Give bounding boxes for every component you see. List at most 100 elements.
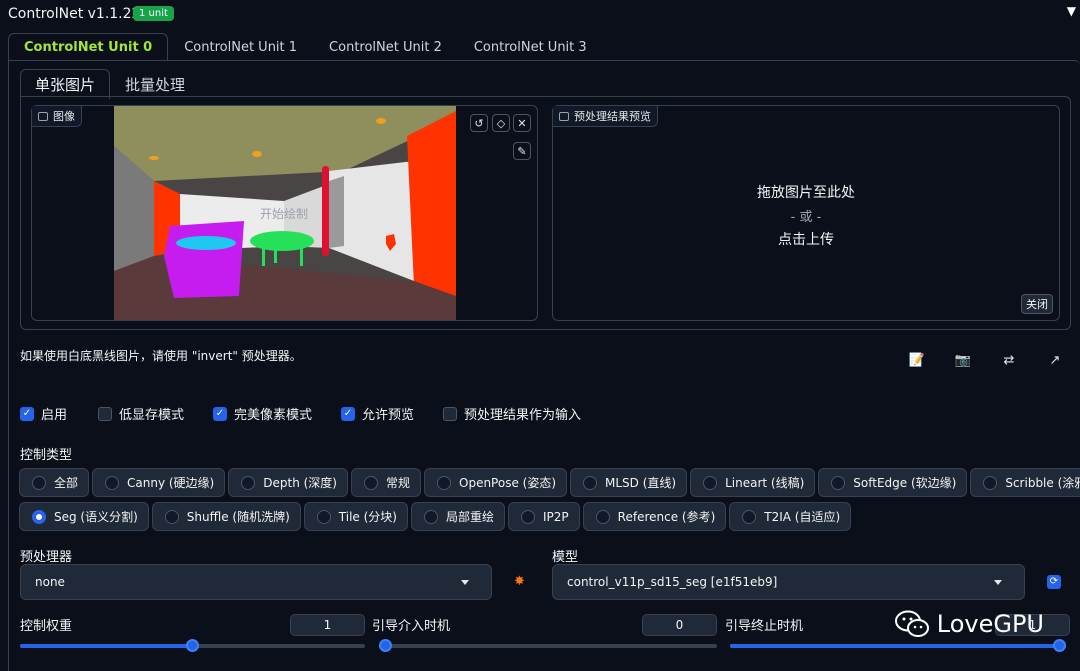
unit-tabs: ControlNet Unit 0 ControlNet Unit 1 Cont… (8, 33, 603, 61)
radio-circle[interactable] (831, 475, 846, 490)
radio-inpaint[interactable]: 局部重绘 (411, 502, 506, 531)
undo-icon[interactable]: ↺ (470, 114, 488, 132)
image-tabs: 单张图片 批量处理 (20, 69, 200, 99)
end-slider[interactable] (730, 639, 1066, 652)
radio-label: MLSD (直线) (605, 476, 677, 490)
radio-depth[interactable]: Depth (深度) (228, 468, 348, 497)
radio-tile[interactable]: Tile (分块) (303, 502, 408, 531)
radio-softedge[interactable]: SoftEdge (软边缘) (818, 468, 968, 497)
tab-single-image[interactable]: 单张图片 (20, 69, 111, 99)
preview-label-text: 预处理结果预览 (574, 110, 651, 123)
radio-ip2p[interactable]: IP2P (508, 502, 580, 531)
canvas-hint-text: 开始绘制 (260, 207, 309, 221)
end-label: 引导终止时机 (725, 619, 804, 634)
preprocessor-select[interactable]: none (20, 564, 492, 600)
send-icon[interactable]: ↗ (1046, 353, 1064, 371)
radio-circle[interactable] (241, 475, 256, 490)
tab-unit-2[interactable]: ControlNet Unit 2 (313, 33, 458, 61)
radio-circle[interactable] (742, 509, 757, 524)
checkbox-enable[interactable]: ✓ 启用 (20, 404, 67, 423)
wechat-icon (894, 610, 929, 637)
tab-batch[interactable]: 批量处理 (110, 69, 200, 99)
radio-circle[interactable] (363, 475, 378, 490)
preprocessor-label: 预处理器 (20, 550, 73, 565)
slider-thumb[interactable] (379, 639, 392, 652)
checkbox-preprocessor-as-input[interactable]: 预处理结果作为输入 (443, 404, 581, 423)
collapse-triangle-icon[interactable]: ▼ (1067, 4, 1076, 18)
explode-run-icon[interactable]: ✸ (514, 574, 525, 589)
preview-block[interactable]: 预处理结果预览 拖放图片至此处 - 或 - 点击上传 关闭 (552, 105, 1060, 321)
radio-circle[interactable] (105, 475, 120, 490)
radio-seg[interactable]: Seg (语义分割) (19, 502, 149, 531)
radio-scribble[interactable]: Scribble (涂鸦) (970, 468, 1080, 497)
slider-thumb[interactable] (1053, 639, 1066, 652)
drop-text: 拖放图片至此处 (757, 185, 855, 201)
watermark: LoveGPU (894, 610, 1044, 638)
close-icon[interactable]: ✕ (513, 114, 531, 132)
radio-label: Reference (参考) (617, 510, 716, 524)
radio-reference[interactable]: Reference (参考) (582, 502, 727, 531)
radio-circle-selected[interactable] (32, 509, 46, 524)
start-number-input[interactable]: 0 (642, 614, 717, 636)
radio-canny[interactable]: Canny (硬边缘) (92, 468, 226, 497)
check-icon[interactable]: ✓ (20, 406, 34, 421)
checkbox-allow-preview[interactable]: ✓ 允许预览 (341, 404, 414, 423)
radio-openpose[interactable]: OpenPose (姿态) (424, 468, 568, 497)
radio-circle[interactable] (32, 475, 46, 490)
radio-label: OpenPose (姿态) (459, 476, 557, 490)
close-preview-button[interactable]: 关闭 (1021, 294, 1053, 314)
radio-circle[interactable] (437, 475, 451, 490)
radio-normal[interactable]: 常规 (350, 468, 421, 497)
panel-title[interactable]: ControlNet v1.1.227 (8, 6, 149, 22)
control-type-row-1: 全部 Canny (硬边缘) Depth (深度) 常规 OpenPose (姿… (19, 468, 1080, 497)
camera-icon[interactable]: 📷 (954, 353, 972, 371)
radio-label: IP2P (543, 509, 569, 524)
tab-unit-3[interactable]: ControlNet Unit 3 (458, 33, 603, 61)
checkbox-label: 完美像素模式 (234, 408, 313, 423)
radio-label: Seg (语义分割) (54, 510, 138, 524)
preview-block-label: 预处理结果预览 (553, 106, 658, 127)
upload-dropzone[interactable]: 拖放图片至此处 - 或 - 点击上传 (553, 182, 1059, 249)
slider-fill (730, 644, 1066, 648)
radio-circle[interactable] (583, 475, 598, 490)
eraser-icon[interactable]: ◇ (492, 114, 510, 132)
model-value: control_v11p_sd15_seg [e1f51eb9] (567, 575, 778, 589)
checkbox-low-vram[interactable]: 低显存模式 (98, 404, 184, 423)
radio-t2ia[interactable]: T2IA (自适应) (729, 502, 852, 531)
tab-unit-1[interactable]: ControlNet Unit 1 (168, 33, 313, 61)
checkbox-box[interactable] (98, 406, 112, 421)
model-select[interactable]: control_v11p_sd15_seg [e1f51eb9] (552, 564, 1025, 600)
radio-shuffle[interactable]: Shuffle (随机洗牌) (151, 502, 301, 531)
radio-all[interactable]: 全部 (19, 468, 90, 497)
start-slider[interactable] (379, 639, 717, 652)
edit-icon[interactable]: 📝 (908, 353, 926, 371)
or-text: - 或 - (790, 210, 822, 225)
radio-circle[interactable] (983, 475, 998, 490)
radio-circle[interactable] (316, 509, 331, 524)
brush-icon[interactable]: ✎ (513, 142, 531, 160)
check-icon[interactable]: ✓ (341, 406, 355, 421)
refresh-icon[interactable]: ⟳ (1047, 575, 1061, 589)
check-icon[interactable]: ✓ (213, 406, 227, 421)
checkbox-pixel-perfect[interactable]: ✓ 完美像素模式 (213, 404, 312, 423)
radio-label: Depth (深度) (263, 476, 337, 490)
watermark-text: LoveGPU (936, 610, 1044, 638)
image-icon (38, 111, 48, 121)
image-icon (559, 111, 569, 121)
radio-mlsd[interactable]: MLSD (直线) (570, 468, 688, 497)
checkbox-box[interactable] (443, 406, 457, 421)
image-block-label: 图像 (32, 106, 82, 127)
weight-slider[interactable] (20, 639, 365, 652)
tab-unit-0[interactable]: ControlNet Unit 0 (8, 33, 169, 61)
swap-icon[interactable]: ⇄ (1000, 353, 1018, 371)
radio-circle[interactable] (164, 509, 179, 524)
radio-circle[interactable] (424, 509, 438, 524)
radio-circle[interactable] (703, 475, 718, 490)
unit-count-badge: 1 unit (133, 6, 174, 21)
radio-circle[interactable] (521, 509, 536, 524)
radio-lineart[interactable]: Lineart (线稿) (690, 468, 816, 497)
slider-thumb[interactable] (186, 639, 199, 652)
radio-circle[interactable] (595, 509, 610, 524)
weight-number-input[interactable]: 1 (290, 614, 365, 636)
image-input-block[interactable]: 图像 开始绘制 ↺ ◇ ✕ ✎ (31, 105, 538, 321)
